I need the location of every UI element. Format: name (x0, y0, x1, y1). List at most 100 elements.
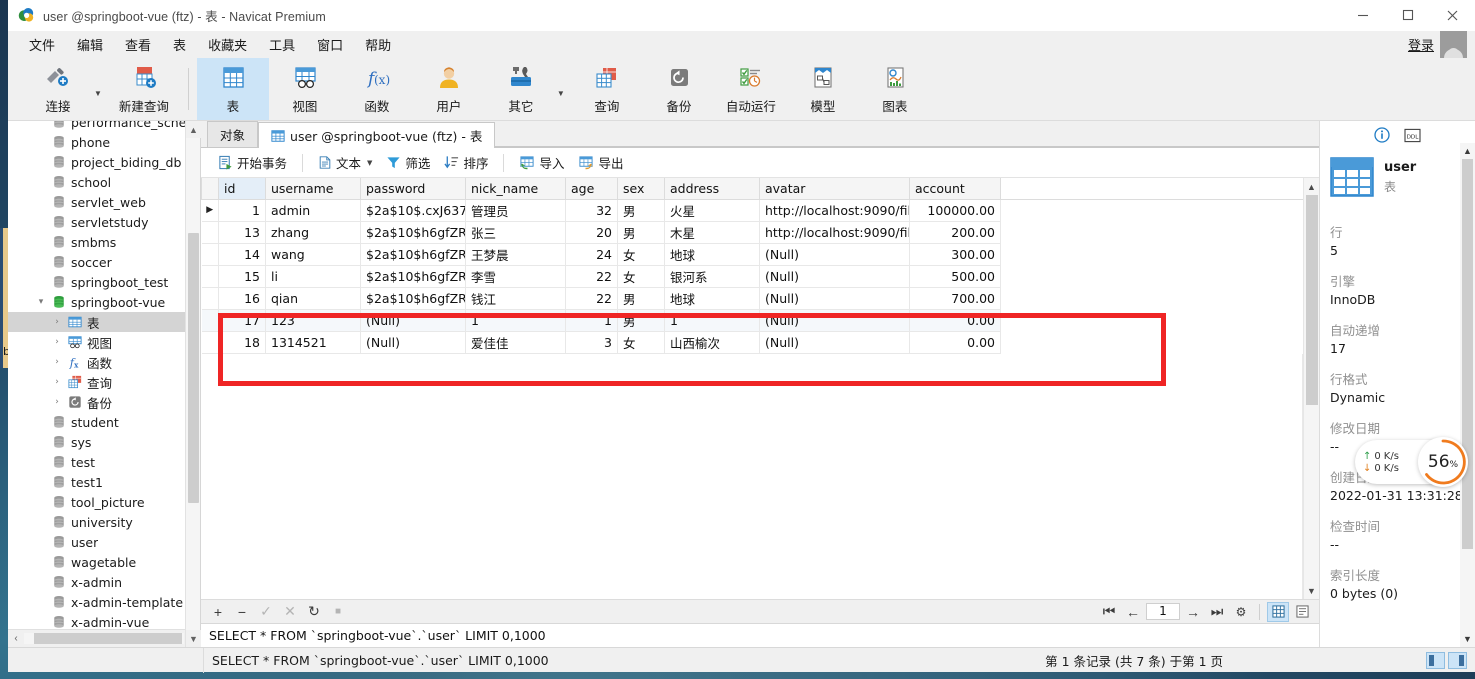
cell-nick_name[interactable]: 爱佳佳 (465, 331, 566, 354)
cell-sex[interactable]: 男 (617, 199, 665, 222)
cell-age[interactable]: 24 (565, 243, 618, 266)
chevron-right-icon[interactable]: › (51, 337, 63, 347)
cell-sex[interactable]: 女 (617, 331, 665, 354)
menu-item-window[interactable]: 窗口 (306, 32, 354, 57)
sidebar-item--[interactable]: › 查询 (8, 372, 200, 392)
text-chevron-down-icon[interactable]: ▼ (367, 159, 372, 167)
cell-id[interactable]: 18 (218, 331, 266, 354)
cell-age[interactable]: 20 (565, 221, 618, 244)
ribbon-model-button[interactable]: 模型 (787, 58, 859, 120)
login-link[interactable]: 登录 (1408, 35, 1434, 54)
cell-username[interactable]: wang (265, 243, 361, 266)
grid-scroll-track[interactable] (1304, 195, 1319, 582)
cell-avatar[interactable]: (Null) (759, 309, 910, 332)
cell-password[interactable]: $2a$10$h6gfZRN (360, 221, 466, 244)
ribbon-table-button[interactable]: 表 (196, 58, 269, 120)
chevron-right-icon[interactable]: › (51, 397, 63, 407)
sidebar-item-springboot-test[interactable]: springboot_test (8, 272, 200, 292)
column-header-age[interactable]: age (565, 178, 618, 200)
sidebar-scroll-thumb[interactable] (188, 233, 199, 503)
table-row[interactable]: 16 qian $2a$10$h6gfZRN 钱江 22 男地球 (Null) 700.00 (201, 287, 1303, 310)
grid-scroll-thumb[interactable] (1306, 195, 1318, 405)
sidebar-item-x-admin[interactable]: x-admin (8, 572, 200, 592)
sidebar-item-school[interactable]: school (8, 172, 200, 192)
menu-item-view[interactable]: 查看 (114, 32, 162, 57)
sidebar-item--[interactable]: › 视图 (8, 332, 200, 352)
cell-username[interactable]: qian (265, 287, 361, 310)
cell-age[interactable]: 1 (565, 309, 618, 332)
delete-record-icon[interactable]: − (231, 602, 253, 622)
connection-chevron-down-icon[interactable]: ▼ (94, 58, 108, 120)
other-chevron-down-icon[interactable]: ▼ (557, 58, 571, 120)
info-icon[interactable] (1374, 127, 1390, 143)
sidebar-item-x-admin-template[interactable]: x-admin-template (8, 592, 200, 612)
prev-page-icon[interactable]: ← (1122, 602, 1144, 622)
next-page-icon[interactable]: → (1182, 602, 1204, 622)
sidebar-horizontal-scrollbar[interactable]: ‹ › (8, 629, 200, 647)
column-header-avatar[interactable]: avatar (759, 178, 910, 200)
sidebar-item-phone[interactable]: phone (8, 132, 200, 152)
ribbon-chart-button[interactable]: 图表 (859, 58, 931, 120)
sidebar-item-performance-schema[interactable]: performance_schema (8, 121, 200, 132)
sidebar-item-servletstudy[interactable]: servletstudy (8, 212, 200, 232)
cell-id[interactable]: 14 (218, 243, 266, 266)
cell-avatar[interactable]: (Null) (759, 265, 910, 288)
cell-password[interactable]: (Null) (360, 309, 466, 332)
begin-transaction-button[interactable]: 开始事务 (211, 150, 294, 175)
column-header-sex[interactable]: sex (617, 178, 665, 200)
add-record-icon[interactable]: + (207, 602, 229, 622)
table-row[interactable]: 15 li $2a$10$h6gfZRN 李雪 22 女银河系 (Null) 500.00 (201, 265, 1303, 288)
cell-avatar[interactable]: (Null) (759, 243, 910, 266)
menu-item-favorites[interactable]: 收藏夹 (197, 32, 258, 57)
row-marker[interactable] (201, 287, 219, 310)
column-header-address[interactable]: address (664, 178, 760, 200)
cell-address[interactable]: 地球 (664, 287, 760, 310)
first-page-icon[interactable]: ⏮ (1098, 602, 1120, 622)
sidebar-item-sys[interactable]: sys (8, 432, 200, 452)
cell-avatar[interactable]: http://localhost:9090/files, (759, 199, 910, 222)
toggle-left-pane-button[interactable] (1426, 651, 1445, 669)
cell-account[interactable]: 100000.00 (909, 199, 1001, 222)
last-page-icon[interactable]: ⏭ (1206, 602, 1228, 622)
ddl-icon[interactable]: DDL (1404, 128, 1421, 143)
ribbon-query-button[interactable]: 查询 (571, 58, 643, 120)
refresh-icon[interactable]: ↻ (303, 602, 325, 622)
menu-item-tools[interactable]: 工具 (258, 32, 306, 57)
table-row[interactable]: 14 wang $2a$10$h6gfZRN 王梦晨 24 女地球 (Null) 300.00 (201, 243, 1303, 266)
cell-address[interactable]: 火星 (664, 199, 760, 222)
stop-icon[interactable]: ■ (327, 602, 349, 622)
sidebar-item-x-admin-vue[interactable]: x-admin-vue (8, 612, 200, 629)
ribbon-automation-button[interactable]: 自动运行 (715, 58, 787, 120)
sidebar-item-student[interactable]: student (8, 412, 200, 432)
info-panel-scroll-thumb[interactable] (1462, 159, 1473, 549)
cell-username[interactable]: admin (265, 199, 361, 222)
import-button[interactable]: 导入 (512, 150, 571, 175)
cpu-usage-ring[interactable]: 56% (1418, 437, 1468, 487)
cell-account[interactable]: 0.00 (909, 331, 1001, 354)
cell-account[interactable]: 200.00 (909, 221, 1001, 244)
cell-age[interactable]: 22 (565, 287, 618, 310)
sidebar-item-tool-picture[interactable]: tool_picture (8, 492, 200, 512)
ribbon-user-button[interactable]: 用户 (413, 58, 485, 120)
row-marker[interactable] (201, 309, 219, 332)
sort-button[interactable]: 排序 (437, 150, 495, 175)
sidebar-item-springboot-vue[interactable]: ▾ springboot-vue (8, 292, 200, 312)
sidebar-item-smbms[interactable]: smbms (8, 232, 200, 252)
cell-nick_name[interactable]: 李雪 (465, 265, 566, 288)
sidebar-hscroll-thumb[interactable] (34, 633, 182, 644)
row-marker[interactable] (201, 243, 219, 266)
grid-view-toggle[interactable] (1267, 601, 1289, 622)
avatar[interactable] (1440, 31, 1467, 58)
menu-item-help[interactable]: 帮助 (354, 32, 402, 57)
menu-item-edit[interactable]: 编辑 (66, 32, 114, 57)
info-panel-scroll-up-icon[interactable]: ▲ (1460, 143, 1475, 159)
cell-username[interactable]: zhang (265, 221, 361, 244)
table-row[interactable]: 18 1314521 (Null) 爱佳佳 3 女山西榆次 (Null) 0.00 (201, 331, 1303, 354)
sidebar-item--[interactable]: › f x 函数 (8, 352, 200, 372)
chevron-right-icon[interactable]: › (51, 317, 63, 327)
close-button[interactable] (1430, 0, 1475, 31)
network-speed-widget[interactable]: ↑ 0 K/s ↓ 0 K/s 56% (1355, 437, 1468, 487)
data-grid-body[interactable]: ▶1admin$2a$10$.cxJ637D管理员32男火星http://loc… (201, 199, 1303, 354)
cell-account[interactable]: 500.00 (909, 265, 1001, 288)
cell-sex[interactable]: 女 (617, 243, 665, 266)
